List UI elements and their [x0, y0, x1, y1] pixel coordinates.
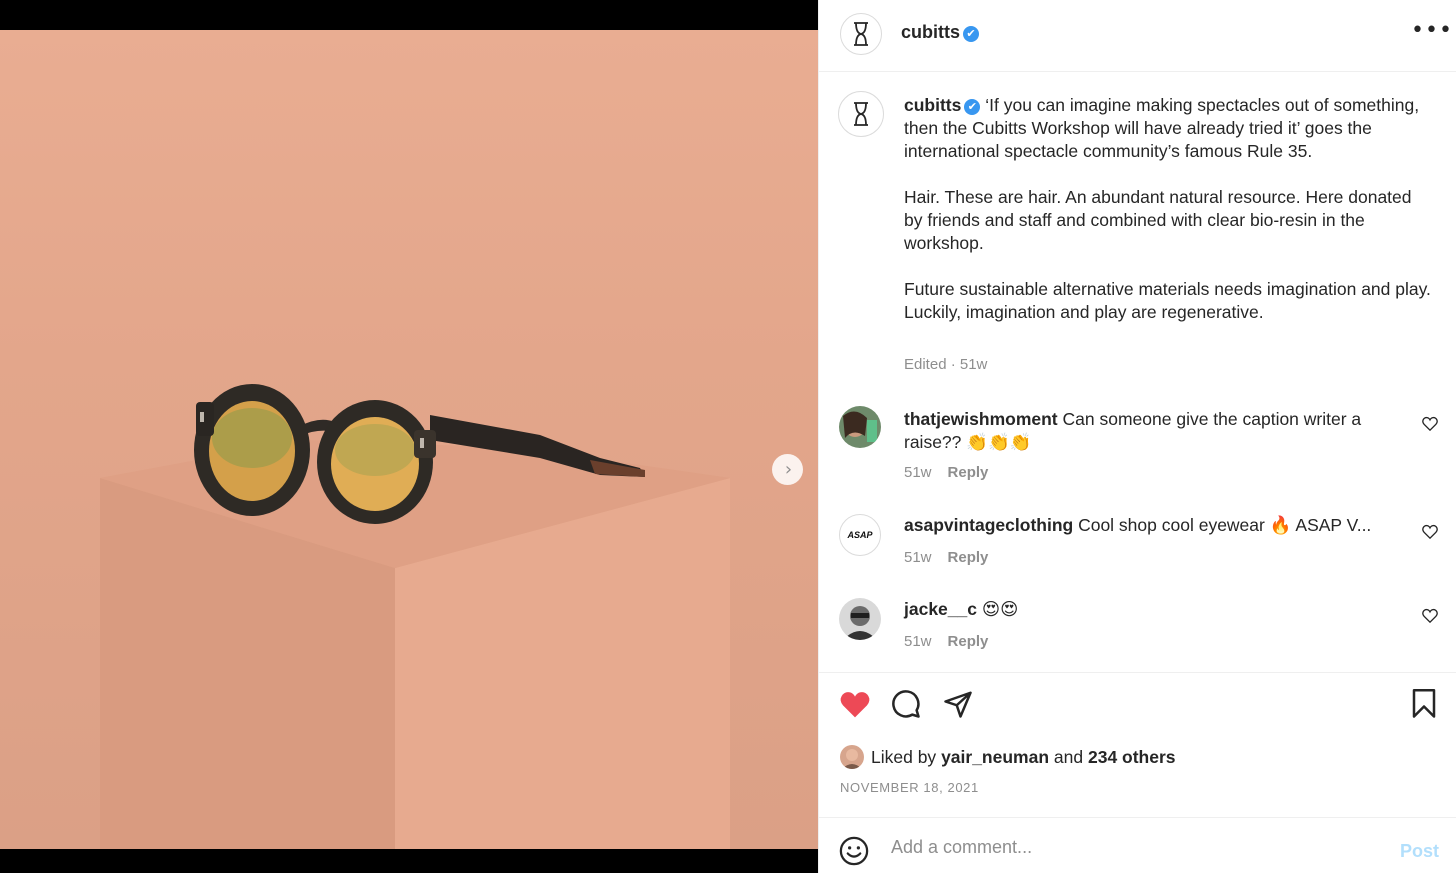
comment-icon[interactable]: [891, 689, 921, 719]
reply-button[interactable]: Reply: [948, 464, 989, 481]
header-username[interactable]: cubitts ✔: [901, 22, 980, 43]
comment-text: thatjewishmoment Can someone give the ca…: [904, 408, 1399, 454]
emoji-icon[interactable]: [839, 836, 869, 866]
more-options-icon[interactable]: •••: [1411, 18, 1453, 43]
verified-icon: ✔: [963, 25, 980, 42]
caption-edited-meta: Edited · 51w: [904, 356, 988, 373]
comment-input[interactable]: [891, 834, 1371, 860]
account-avatar[interactable]: [840, 13, 882, 55]
liker-username[interactable]: yair_neuman: [941, 747, 1049, 768]
comment-meta: 51w Reply: [904, 633, 988, 650]
caption-avatar[interactable]: [838, 91, 884, 137]
verified-icon: ✔: [964, 98, 981, 115]
commenter-avatar[interactable]: [839, 406, 881, 448]
heart-filled-icon[interactable]: [839, 689, 871, 719]
caption-text: cubitts ✔ ‘If you can imagine making spec…: [904, 94, 1434, 324]
commenter-avatar[interactable]: ASAP: [839, 514, 881, 556]
glasses-on-pedestal-illustration: [100, 384, 730, 849]
post-photo: ›: [0, 30, 818, 849]
reply-button[interactable]: Reply: [948, 549, 989, 566]
add-comment-bar: Post: [819, 817, 1456, 873]
post-header: cubitts ✔ •••: [819, 0, 1456, 72]
share-icon[interactable]: [943, 689, 973, 719]
likes-joiner: and: [1053, 746, 1084, 767]
reply-button[interactable]: Reply: [948, 633, 989, 650]
post-date: NOVEMBER 18, 2021: [840, 780, 979, 795]
post-button[interactable]: Post: [1400, 841, 1439, 862]
comment-age: 51w: [904, 549, 932, 566]
post-side-panel: cubitts ✔ ••• cubitts ✔ ‘If you can imagin…: [818, 0, 1456, 873]
likes-prefix: Liked by: [871, 746, 937, 767]
bookmark-icon[interactable]: [1411, 689, 1437, 719]
post-media: ›: [0, 0, 818, 873]
asap-logo-text: ASAP: [847, 530, 873, 540]
comment-body: Cool shop cool eyewear 🔥 ASAP V...: [1078, 515, 1372, 535]
comment-age: 51w: [904, 464, 932, 481]
likes-summary: Liked by yair_neuman and 234 others: [840, 745, 1176, 769]
hourglass-logo-icon: [854, 102, 868, 126]
likes-others[interactable]: 234 others: [1088, 747, 1176, 768]
caption-paragraph-1: ‘If you can imagine making spectacles ou…: [904, 95, 1420, 161]
header-username-text: cubitts: [901, 22, 961, 42]
hourglass-logo-icon: [854, 22, 868, 46]
next-slide-button[interactable]: ›: [772, 454, 803, 485]
heart-outline-icon[interactable]: [1422, 524, 1438, 539]
chevron-right-icon: ›: [784, 458, 793, 480]
caption-paragraph-3: Future sustainable alternative materials…: [904, 279, 1431, 322]
comment-body: 😍😍: [981, 599, 1019, 619]
post-actions: Liked by yair_neuman and 234 others NOVE…: [819, 672, 1456, 817]
comment-username[interactable]: thatjewishmoment: [904, 409, 1058, 429]
comment-text: jacke__c 😍😍: [904, 598, 1399, 621]
comment-age: 51w: [904, 633, 932, 650]
heart-outline-icon[interactable]: [1422, 608, 1438, 623]
heart-outline-icon[interactable]: [1422, 416, 1438, 431]
comment-text: asapvintageclothing Cool shop cool eyewe…: [904, 514, 1399, 537]
comment-username[interactable]: asapvintageclothing: [904, 515, 1073, 535]
caption-paragraph-2: Hair. These are hair. An abundant natura…: [904, 187, 1412, 253]
comment-meta: 51w Reply: [904, 464, 988, 481]
commenter-avatar[interactable]: [839, 598, 881, 640]
liker-avatar[interactable]: [840, 745, 864, 769]
caption-username[interactable]: cubitts: [904, 95, 961, 115]
comment-username[interactable]: jacke__c: [904, 599, 977, 619]
comment-meta: 51w Reply: [904, 549, 988, 566]
